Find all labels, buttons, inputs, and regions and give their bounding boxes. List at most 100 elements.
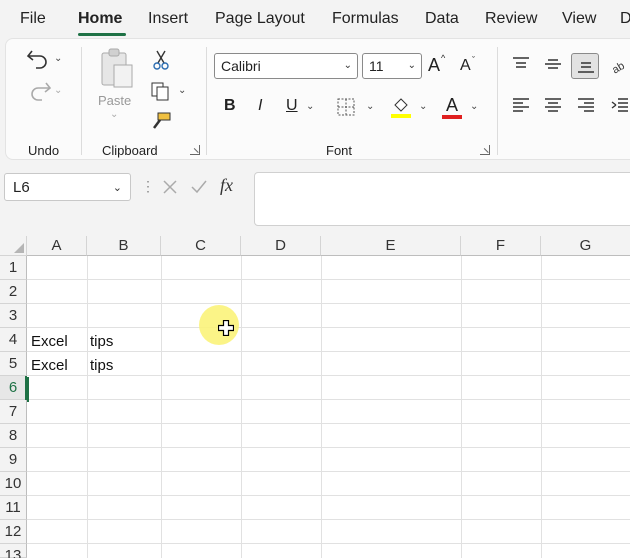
grow-font-button[interactable]: A	[428, 55, 440, 76]
group-label-font: Font	[326, 143, 353, 158]
font-name-select[interactable]: Calibri ⌄	[214, 53, 358, 79]
borders-dropdown-icon[interactable]: ⌄	[366, 101, 374, 112]
gridline	[461, 256, 462, 558]
select-all-corner[interactable]	[0, 236, 27, 256]
font-color-dropdown-icon[interactable]: ⌄	[470, 101, 478, 112]
format-painter-icon[interactable]	[150, 111, 172, 131]
decrease-indent-icon[interactable]	[610, 97, 630, 113]
gridline	[321, 256, 322, 558]
cell-a5[interactable]: Excel	[31, 357, 68, 374]
worksheet-grid[interactable]: A B C D E F G 1 2 3 4 5 6 7 8 9 10 11 12…	[0, 236, 630, 558]
select-all-triangle-icon	[14, 243, 24, 253]
gridline	[87, 256, 88, 558]
tab-insert[interactable]: Insert	[148, 10, 188, 28]
column-header-a[interactable]: A	[27, 236, 87, 256]
copy-icon[interactable]	[150, 81, 172, 101]
font-launcher-icon[interactable]	[480, 145, 490, 155]
undo-dropdown-icon[interactable]: ⌄	[54, 53, 62, 64]
row-header-8[interactable]: 8	[0, 424, 27, 448]
gridline	[27, 351, 630, 352]
redo-dropdown-icon[interactable]: ⌄	[54, 85, 62, 96]
align-center-icon[interactable]	[543, 97, 563, 113]
row-header-13[interactable]: 13	[0, 544, 27, 558]
name-box[interactable]: L6 ⌄	[4, 173, 131, 201]
row-header-9[interactable]: 9	[0, 448, 27, 472]
fill-color-dropdown-icon[interactable]: ⌄	[419, 101, 427, 112]
underline-button[interactable]: U	[286, 97, 298, 115]
row-header-1[interactable]: 1	[0, 256, 27, 280]
gridline	[241, 256, 242, 558]
font-name-value: Calibri	[221, 58, 261, 74]
undo-icon[interactable]	[26, 47, 52, 69]
paste-label[interactable]: Paste	[98, 93, 131, 108]
column-header-g[interactable]: G	[541, 236, 630, 256]
ribbon: ⌄ ⌄ Undo Paste ⌄ ⌄ Clipboard Calibri ⌄ 1…	[5, 38, 630, 160]
row-header-2[interactable]: 2	[0, 280, 27, 304]
gridline	[27, 375, 630, 376]
tab-file[interactable]: File	[20, 10, 46, 28]
menu-bar: File Home Insert Page Layout Formulas Da…	[0, 0, 630, 38]
column-header-e[interactable]: E	[321, 236, 461, 256]
shrink-font-button[interactable]: A	[460, 57, 471, 75]
row-header-5[interactable]: 5	[0, 352, 27, 376]
chevron-down-icon: ⌄	[112, 182, 122, 194]
fill-color-icon[interactable]	[390, 95, 412, 119]
cell-b4[interactable]: tips	[90, 333, 113, 350]
font-size-select[interactable]: 11 ⌄	[362, 53, 422, 79]
tab-formulas[interactable]: Formulas	[332, 10, 399, 28]
column-header-f[interactable]: F	[461, 236, 541, 256]
formula-input[interactable]	[254, 172, 630, 226]
italic-button[interactable]: I	[258, 97, 262, 115]
formula-bar: L6 ⌄ ⋮ fx	[0, 160, 630, 236]
column-header-b[interactable]: B	[87, 236, 161, 256]
copy-dropdown-icon[interactable]: ⌄	[178, 85, 186, 96]
tab-data[interactable]: Data	[425, 10, 459, 28]
row-header-6[interactable]: 6	[0, 376, 27, 400]
tab-view[interactable]: View	[562, 10, 596, 28]
row-header-12[interactable]: 12	[0, 520, 27, 544]
middle-align-icon[interactable]	[543, 57, 563, 71]
enter-check-icon[interactable]	[190, 179, 208, 195]
cell-cursor-icon	[218, 320, 234, 336]
cell-a4[interactable]: Excel	[31, 333, 68, 350]
svg-text:ab: ab	[610, 60, 627, 75]
top-align-icon[interactable]	[511, 57, 531, 71]
tab-page-layout[interactable]: Page Layout	[215, 10, 305, 28]
column-header-d[interactable]: D	[241, 236, 321, 256]
row-header-11[interactable]: 11	[0, 496, 27, 520]
cut-icon[interactable]	[152, 49, 170, 71]
active-tab-indicator	[78, 33, 126, 36]
tab-home[interactable]: Home	[78, 10, 122, 28]
formula-bar-grip-icon[interactable]: ⋮	[141, 178, 155, 195]
row-header-3[interactable]: 3	[0, 304, 27, 328]
underline-dropdown-icon[interactable]: ⌄	[306, 101, 314, 112]
orientation-icon[interactable]: ab	[610, 55, 630, 75]
gridline	[27, 423, 630, 424]
font-color-swatch	[442, 115, 462, 119]
bottom-align-button[interactable]	[571, 53, 599, 79]
row-header-4[interactable]: 4	[0, 328, 27, 352]
tab-developer[interactable]: D	[620, 10, 630, 28]
font-size-value: 11	[369, 58, 384, 74]
clipboard-launcher-icon[interactable]	[190, 145, 200, 155]
borders-icon[interactable]	[336, 97, 356, 117]
align-right-icon[interactable]	[576, 97, 596, 113]
gridline	[161, 256, 162, 558]
row-header-10[interactable]: 10	[0, 472, 27, 496]
font-color-button[interactable]: A	[446, 95, 458, 116]
align-left-icon[interactable]	[511, 97, 531, 113]
paste-dropdown-icon[interactable]: ⌄	[110, 109, 118, 120]
column-header-c[interactable]: C	[161, 236, 241, 256]
redo-icon[interactable]	[26, 79, 52, 101]
paste-icon[interactable]	[98, 47, 136, 91]
tab-review[interactable]: Review	[485, 10, 537, 28]
insert-function-button[interactable]: fx	[220, 175, 233, 196]
selection-indicator	[27, 377, 87, 402]
gridline	[541, 256, 542, 558]
name-box-value: L6	[13, 179, 30, 196]
row-header-7[interactable]: 7	[0, 400, 27, 424]
bold-button[interactable]: B	[224, 97, 236, 115]
cancel-icon[interactable]	[162, 179, 178, 195]
grow-arrow-icon: ^	[441, 53, 446, 63]
cell-b5[interactable]: tips	[90, 357, 113, 374]
